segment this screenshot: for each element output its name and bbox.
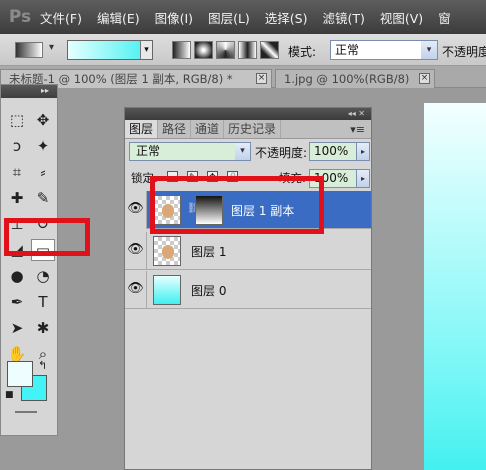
visibility-eye-icon[interactable]: 👁 xyxy=(125,232,147,270)
menu-window[interactable]: 窗 xyxy=(438,8,451,27)
layer-row-layer-0[interactable]: 👁 图层 0 xyxy=(125,271,371,309)
color-swatches: ↰ ■ xyxy=(5,359,53,405)
tab-1-jpg[interactable]: 1.jpg @ 100%(RGB/8) × xyxy=(275,69,435,88)
visibility-eye-icon[interactable]: 👁 xyxy=(125,191,147,229)
type-tool-icon[interactable]: T xyxy=(31,291,55,313)
blend-mode-select[interactable]: 正常 ▾ xyxy=(129,142,251,161)
marquee-tool-icon[interactable]: ⬚ xyxy=(5,109,29,131)
panel-menu-icon[interactable]: ▾≡ xyxy=(350,120,365,139)
document-canvas[interactable] xyxy=(424,103,486,470)
chevron-down-icon[interactable]: ▾ xyxy=(421,41,437,59)
mode-select-value: 正常 xyxy=(335,43,360,57)
menu-bar: Ps 文件(F) 编辑(E) 图像(I) 图层(L) 选择(S) 滤镜(T) 视… xyxy=(0,0,486,34)
chevron-right-icon[interactable]: ▸ xyxy=(356,169,370,188)
brush-tool-icon[interactable]: ✎ xyxy=(31,187,55,209)
gradient-tool-preset-icon[interactable] xyxy=(15,42,54,58)
visibility-eye-icon[interactable]: 👁 xyxy=(125,271,147,309)
radial-gradient-button[interactable] xyxy=(194,41,213,59)
menu-select[interactable]: 选择(S) xyxy=(265,8,308,27)
layers-panel-header[interactable]: ◂◂ ✕ xyxy=(125,108,371,120)
blur-tool-icon[interactable]: ● xyxy=(5,265,29,287)
lasso-tool-icon[interactable]: ↄ xyxy=(5,135,29,157)
opacity-label: 不透明度 xyxy=(442,45,486,59)
foreground-color-swatch[interactable] xyxy=(7,361,33,387)
chevron-down-icon[interactable]: ▾ xyxy=(235,143,250,160)
tab-label: 1.jpg @ 100%(RGB/8) xyxy=(284,72,410,86)
tools-panel-header[interactable]: ▸▸ xyxy=(1,85,57,98)
mode-label: 模式: xyxy=(288,45,317,59)
tab-history[interactable]: 历史记录 xyxy=(224,120,282,138)
layer-opacity-label: 不透明度: xyxy=(255,146,308,160)
move-tool-icon[interactable]: ✥ xyxy=(31,109,55,131)
layer-thumbnail xyxy=(153,236,181,266)
layer-row-layer-1[interactable]: 👁 图层 1 xyxy=(125,232,371,270)
highlight-box-layer xyxy=(150,176,324,234)
options-bar: ▾ 模式: 正常 ▾ 不透明度 xyxy=(0,34,486,66)
dodge-tool-icon[interactable]: ◔ xyxy=(31,265,55,287)
path-selection-tool-icon[interactable]: ➤ xyxy=(5,317,29,339)
tab-paths[interactable]: 路径 xyxy=(158,120,192,138)
layers-panel-tabs: 图层 路径 通道 历史记录 ▾≡ xyxy=(125,120,371,139)
default-colors-icon[interactable]: ■ xyxy=(5,390,14,400)
menu-file[interactable]: 文件(F) xyxy=(40,8,82,27)
menu-layer[interactable]: 图层(L) xyxy=(208,8,250,27)
menu-filter[interactable]: 滤镜(T) xyxy=(322,8,364,27)
tools-panel: ▸▸ ⬚ ✥ ↄ ✦ ⌗ ⸗ ✚ ✎ ⊥ ↺ ◢ ▭ ● ◔ ✒ T ➤ ✱ ✋ ⌕ ↰ ■ xyxy=(0,84,58,436)
tab-channels[interactable]: 通道 xyxy=(191,120,225,138)
menu-view[interactable]: 视图(V) xyxy=(380,8,423,27)
crop-tool-icon[interactable]: ⌗ xyxy=(5,161,29,183)
menu-edit[interactable]: 编辑(E) xyxy=(97,8,140,27)
chevron-right-icon[interactable]: ▸ xyxy=(356,142,370,161)
highlight-box-gradient-tool xyxy=(4,218,90,256)
blend-mode-value: 正常 xyxy=(136,144,161,158)
diamond-gradient-button[interactable] xyxy=(260,41,279,59)
layer-name: 图层 1 xyxy=(191,245,227,259)
gradient-type-group xyxy=(172,41,279,59)
shape-tool-icon[interactable]: ✱ xyxy=(31,317,55,339)
layer-thumbnail xyxy=(153,275,181,305)
healing-brush-tool-icon[interactable]: ✚ xyxy=(5,187,29,209)
swap-colors-icon[interactable]: ↰ xyxy=(38,359,47,372)
layer-opacity-value: 100% xyxy=(314,144,349,158)
close-icon[interactable]: × xyxy=(256,73,267,84)
gradient-preview[interactable]: ▾ xyxy=(67,40,153,60)
layer-name: 图层 0 xyxy=(191,284,227,298)
reflected-gradient-button[interactable] xyxy=(238,41,257,59)
close-icon[interactable]: × xyxy=(419,73,430,84)
menu-image[interactable]: 图像(I) xyxy=(155,8,193,27)
mode-select[interactable]: 正常 ▾ xyxy=(330,40,438,60)
chevron-down-icon[interactable]: ▾ xyxy=(140,41,152,59)
linear-gradient-button[interactable] xyxy=(172,41,191,59)
pen-tool-icon[interactable]: ✒ xyxy=(5,291,29,313)
quick-mask-divider xyxy=(15,411,37,413)
document-tab-bar: 未标题-1 @ 100% (图层 1 副本, RGB/8) * × 1.jpg … xyxy=(0,66,486,88)
magic-wand-tool-icon[interactable]: ✦ xyxy=(31,135,55,157)
layers-panel: ◂◂ ✕ 图层 路径 通道 历史记录 ▾≡ 正常 ▾ 不透明度: 100% ▸ … xyxy=(124,107,372,470)
eyedropper-tool-icon[interactable]: ⸗ xyxy=(31,161,55,183)
layer-opacity-field[interactable]: 100% ▸ xyxy=(309,142,370,161)
tab-layers[interactable]: 图层 xyxy=(125,120,159,138)
photoshop-logo: Ps xyxy=(8,7,32,27)
angle-gradient-button[interactable] xyxy=(216,41,235,59)
